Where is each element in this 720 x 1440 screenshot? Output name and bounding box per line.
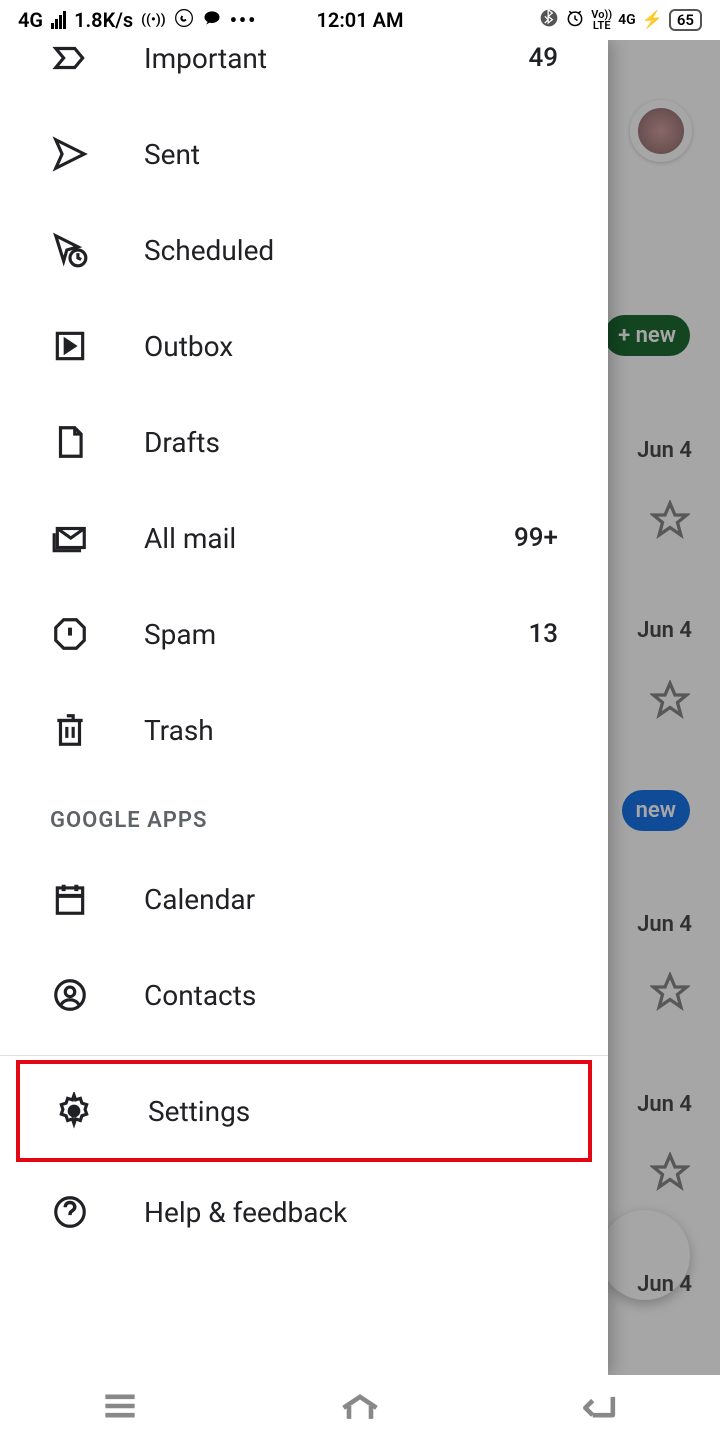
status-left: 4G 1.8K/s ((•)) ••• (18, 8, 257, 33)
home-button[interactable] (338, 1384, 382, 1432)
spam-icon (50, 614, 90, 654)
drawer-item-scheduled[interactable]: Scheduled (0, 202, 608, 298)
drawer-label: Spam (144, 618, 474, 651)
drawer-label: Important (144, 42, 474, 75)
clock: 12:01 AM (317, 8, 404, 32)
back-button[interactable] (578, 1384, 622, 1432)
drawer-label: Settings (148, 1095, 554, 1128)
calendar-icon (50, 879, 90, 919)
more-icon: ••• (230, 8, 258, 32)
scheduled-icon (50, 230, 90, 270)
sent-icon (50, 134, 90, 174)
alarm-icon (565, 8, 585, 33)
network-4g: 4G (618, 12, 636, 28)
drawer-count: 49 (528, 43, 558, 73)
drawer-item-all-mail[interactable]: All mail 99+ (0, 490, 608, 586)
all-mail-icon (50, 518, 90, 558)
important-icon (50, 40, 90, 78)
drawer-label: Sent (144, 138, 558, 171)
data-speed: 1.8K/s (74, 8, 133, 32)
drawer-item-calendar[interactable]: Calendar (0, 851, 608, 947)
drawer-label: Outbox (144, 330, 558, 363)
status-bar: 4G 1.8K/s ((•)) ••• 12:01 AM Vo))LTE 4G … (0, 0, 720, 40)
bluetooth-icon (539, 8, 559, 33)
battery-indicator: 65 (669, 9, 702, 31)
status-right: Vo))LTE 4G ⚡ 65 (539, 8, 702, 33)
drawer-item-drafts[interactable]: Drafts (0, 394, 608, 490)
drawer-item-spam[interactable]: Spam 13 (0, 586, 608, 682)
drawer-item-important[interactable]: Important 49 (0, 40, 608, 106)
whatsapp-icon (174, 8, 194, 33)
drafts-icon (50, 422, 90, 462)
drawer-label: All mail (144, 522, 460, 555)
drawer-item-settings[interactable]: Settings (20, 1064, 588, 1158)
divider (0, 1055, 608, 1056)
volte-indicator: Vo))LTE (591, 9, 612, 31)
drawer-count: 13 (528, 619, 558, 649)
navigation-drawer: Important 49 Sent Scheduled Outbox Draft… (0, 40, 608, 1375)
gear-icon (54, 1091, 94, 1131)
section-google-apps: GOOGLE APPS (0, 778, 608, 851)
drawer-label: Drafts (144, 426, 558, 459)
drawer-label: Trash (144, 714, 558, 747)
network-type: 4G (18, 8, 43, 32)
drawer-label: Scheduled (144, 234, 558, 267)
settings-highlight: Settings (16, 1060, 592, 1162)
vibrate-icon: ((•)) (141, 12, 166, 28)
outbox-icon (50, 326, 90, 366)
drawer-item-trash[interactable]: Trash (0, 682, 608, 778)
drawer-label: Contacts (144, 979, 558, 1012)
drawer-count: 99+ (514, 523, 558, 553)
trash-icon (50, 710, 90, 750)
scrim-overlay[interactable] (608, 40, 720, 1375)
help-icon (50, 1192, 90, 1232)
drawer-item-contacts[interactable]: Contacts (0, 947, 608, 1043)
menu-button[interactable] (98, 1384, 142, 1432)
drawer-label: Help & feedback (144, 1196, 558, 1229)
chat-icon (202, 8, 222, 33)
contacts-icon (50, 975, 90, 1015)
bottom-navigation (0, 1375, 720, 1440)
signal-icon (51, 11, 66, 29)
drawer-item-outbox[interactable]: Outbox (0, 298, 608, 394)
drawer-label: Calendar (144, 883, 558, 916)
drawer-item-sent[interactable]: Sent (0, 106, 608, 202)
charging-icon: ⚡ (642, 10, 663, 30)
drawer-item-help[interactable]: Help & feedback (0, 1164, 608, 1260)
